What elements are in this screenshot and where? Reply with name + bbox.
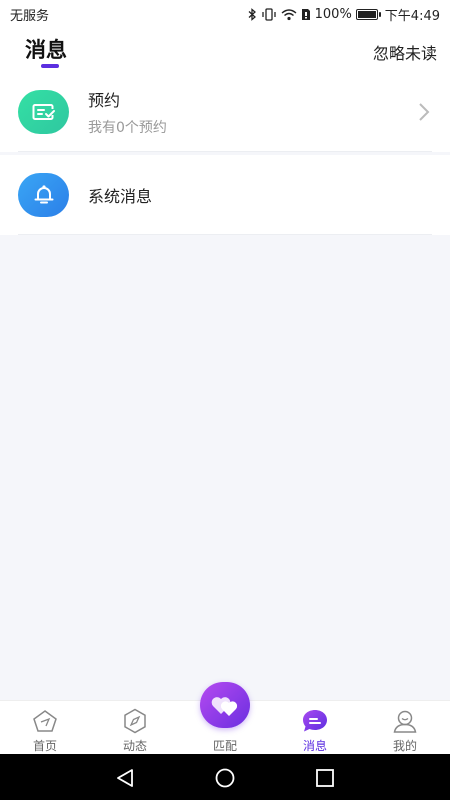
divider (18, 234, 432, 235)
nav-label-moments: 动态 (122, 739, 147, 753)
system-nav-bar (0, 754, 450, 800)
home-icon[interactable] (214, 767, 236, 789)
nav-label-home: 首页 (32, 739, 57, 753)
nav-label-profile: 我的 (392, 739, 417, 753)
chevron-right-icon (419, 103, 430, 121)
list-item-appointment[interactable]: 预约 我有0个预约 (0, 72, 450, 152)
appointment-title: 预约 (88, 91, 121, 110)
clock: 下午4:49 (384, 8, 440, 24)
divider (18, 151, 432, 152)
system-messages-texts: 系统消息 (88, 155, 152, 235)
hearts-icon (211, 697, 238, 716)
home-pentagon-icon (31, 707, 59, 735)
carrier-label: 无服务 (10, 8, 50, 24)
header: 消息 忽略未读 (0, 28, 450, 72)
vibrate-icon (261, 7, 277, 21)
system-messages-title: 系统消息 (88, 187, 153, 206)
battery-percent: 100% (314, 6, 352, 22)
status-icons: 100% 下午4:49 (248, 5, 440, 24)
bluetooth-icon (248, 7, 257, 21)
nav-item-home[interactable]: 首页 (10, 701, 80, 755)
message-list: 预约 我有0个预约 系统消息 (0, 72, 450, 235)
wifi-icon (281, 7, 297, 21)
profile-icon (391, 707, 419, 735)
nav-item-moments[interactable]: 动态 (100, 701, 170, 755)
bell-icon (18, 173, 69, 217)
nav-label-match: 匹配 (212, 739, 237, 753)
back-icon[interactable] (114, 767, 136, 789)
recents-icon[interactable] (314, 767, 336, 789)
message-bubble-icon (301, 707, 329, 735)
screen: 无服务 100% 下午4:49 消息 忽略未读 预约 我有0个预约 系统消息 首… (0, 0, 450, 800)
status-bar: 无服务 100% 下午4:49 (0, 0, 450, 28)
page-title: 消息 (25, 38, 67, 62)
appointment-texts: 预约 我有0个预约 (88, 72, 167, 152)
match-button[interactable] (200, 682, 250, 728)
nav-item-profile[interactable]: 我的 (370, 701, 440, 755)
appointment-subtitle: 我有0个预约 (88, 120, 167, 136)
nav-label-messages: 消息 (302, 739, 327, 753)
battery-fill (357, 10, 376, 18)
list-item-system-messages[interactable]: 系统消息 (0, 155, 450, 235)
battery-icon (355, 8, 381, 20)
sim-icon (301, 7, 311, 21)
nav-item-messages[interactable]: 消息 (280, 701, 350, 755)
title-underline (41, 64, 59, 68)
appointment-ticket-icon (18, 90, 69, 134)
compass-icon (121, 707, 149, 735)
ignore-unread-button[interactable]: 忽略未读 (373, 40, 437, 64)
